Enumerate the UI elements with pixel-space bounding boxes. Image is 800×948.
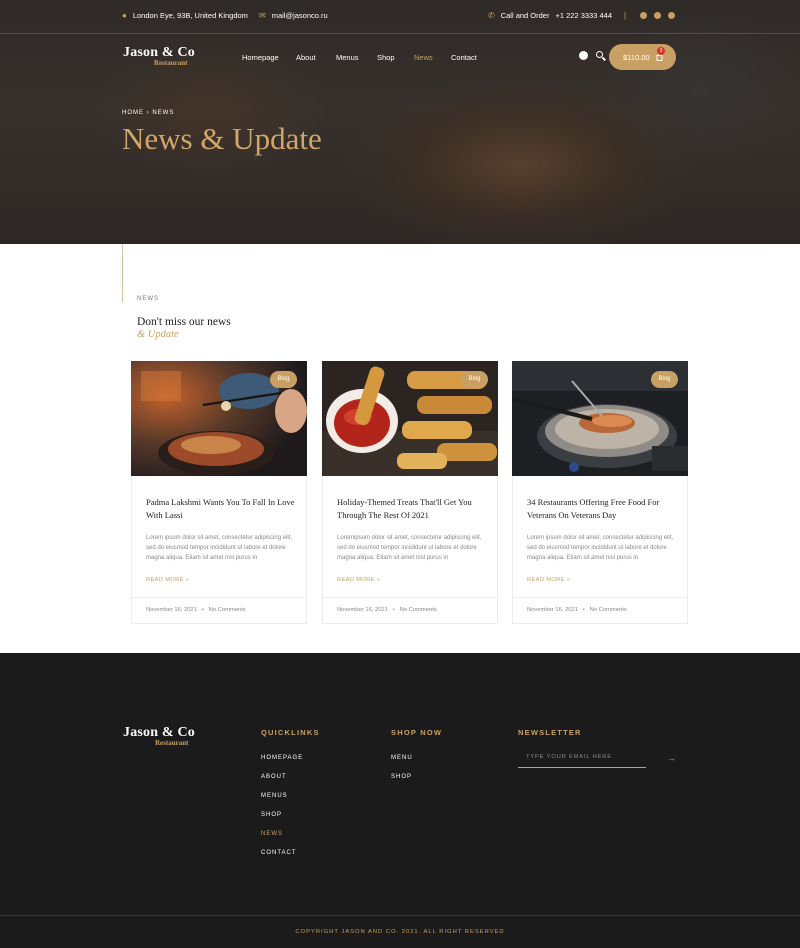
category-badge[interactable]: Blog [651,371,678,388]
news-card[interactable]: Blog Padma Lakshmi Wants You To Fall In … [131,361,307,624]
nav-shop[interactable]: Shop [377,53,395,62]
section-subtitle: & Update [137,329,179,340]
post-title[interactable]: Holiday-Themed Treats That'll Get You Th… [337,496,487,521]
category-badge[interactable]: Blog [270,371,297,388]
post-excerpt: Lorem ipsum dolor sit amet, consectetur … [527,535,674,561]
cart-button[interactable]: $110.00 3 [609,44,676,70]
newsletter-email-input[interactable]: TYPE YOUR EMAIL HERE [518,751,646,768]
footer-link-menus[interactable]: MENUS [261,793,288,799]
post-comments[interactable]: No Comments [209,607,246,613]
post-title[interactable]: Padma Lakshmi Wants You To Fall In Love … [146,496,296,521]
post-excerpt: Loremipsum dolor sit amet, consectetur a… [337,535,482,561]
nav-menus[interactable]: Menus [336,53,359,62]
nav-news[interactable]: News [414,53,433,62]
card-divider [513,597,687,598]
news-card[interactable]: Blog 34 Restaurants Offering Free Food F… [512,361,688,624]
user-account-icon[interactable] [579,51,588,60]
category-badge[interactable]: Blog [461,371,488,388]
quicklinks-heading: QUICKLINKS [261,728,320,737]
breadcrumb: HOME › NEWS [122,110,175,116]
site-footer: Jason & Co Restaurant QUICKLINKS HOMEPAG… [0,653,800,948]
post-meta: November 16, 2021 • No Comments [146,607,246,613]
news-card[interactable]: Blog Holiday-Themed Treats That'll Get Y… [322,361,498,624]
cart-total: $110.00 [623,52,650,62]
footer-link-menu[interactable]: MENU [391,755,413,761]
post-comments[interactable]: No Comments [590,607,627,613]
post-image-noodles[interactable]: Blog [131,361,307,476]
post-excerpt: Lorem ipsum dolor sit amet, consectetur … [146,535,293,561]
shop-now-heading: SHOP NOW [391,728,443,737]
meta-separator: • [389,607,399,613]
newsletter-heading: NEWSLETTER [518,728,582,737]
card-divider [323,597,497,598]
meta-separator: • [579,607,589,613]
post-meta: November 16, 2021 • No Comments [527,607,627,613]
footer-link-news[interactable]: NEWS [261,831,283,837]
meta-separator: • [198,607,208,613]
footer-brand-tagline: Restaurant [155,739,189,747]
footer-link-homepage[interactable]: HOMEPAGE [261,755,303,761]
post-title[interactable]: 34 Restaurants Offering Free Food For Ve… [527,496,677,521]
read-more-link[interactable]: READ MORE » [527,577,570,583]
hero-banner: ● London Eye, 93B, United Kingdom ✉ mail… [0,0,800,244]
nav-about[interactable]: About [296,53,316,62]
post-meta: November 16, 2021 • No Comments [337,607,437,613]
section-overline: NEWS [137,296,159,302]
arrow-right-icon[interactable]: → [667,753,676,763]
post-image-pan[interactable]: Blog [512,361,688,476]
nav-homepage[interactable]: Homepage [242,53,279,62]
footer-link-about[interactable]: ABOUT [261,774,287,780]
cart-count-badge: 3 [657,47,665,55]
read-more-link[interactable]: READ MORE » [146,577,189,583]
footer-logo[interactable]: Jason & Co Restaurant [123,725,195,747]
copyright-text: COPYRIGHT JASON AND CO. 2021. ALL RIGHT … [295,929,505,935]
footer-link-contact[interactable]: CONTACT [261,850,297,856]
search-icon[interactable] [596,51,603,58]
footer-divider [0,915,800,916]
page-title: News & Update [122,121,322,156]
footer-link-shop-now[interactable]: SHOP [391,774,412,780]
footer-link-shop[interactable]: SHOP [261,812,282,818]
nav-contact[interactable]: Contact [451,53,477,62]
section-divider-line [122,244,123,302]
post-date: November 16, 2021 [337,607,388,613]
post-date: November 16, 2021 [146,607,197,613]
post-date: November 16, 2021 [527,607,578,613]
read-more-link[interactable]: READ MORE » [337,577,380,583]
main-nav: Homepage About Menus Shop News Contact [0,0,800,80]
section-title: Don't miss our news [137,316,231,328]
post-image-cheese-sticks[interactable]: Blog [322,361,498,476]
post-comments[interactable]: No Comments [400,607,437,613]
card-divider [132,597,306,598]
